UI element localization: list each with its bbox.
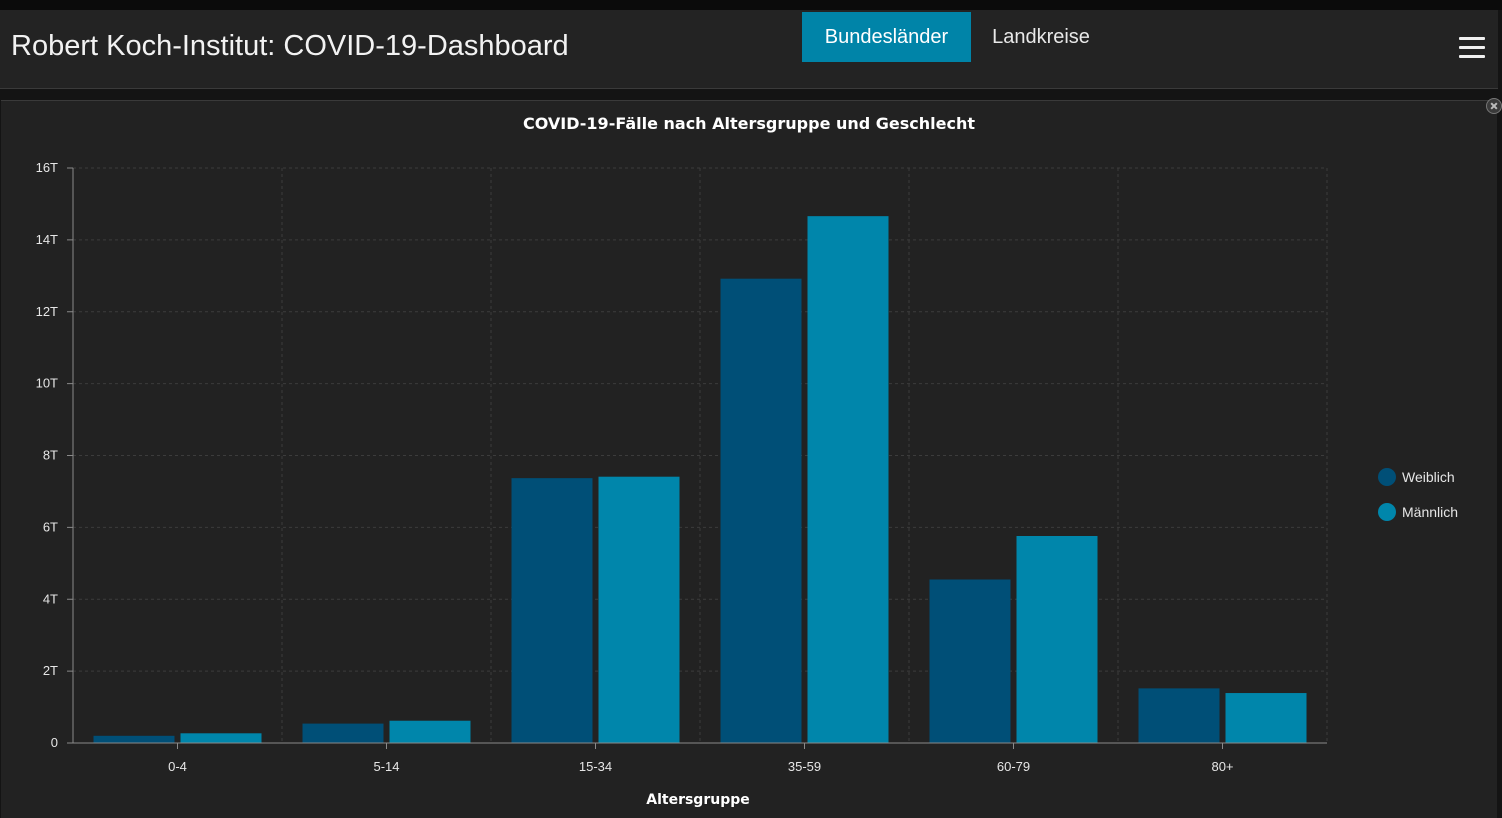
x-tick-label: 15-34 <box>579 759 612 774</box>
bar-maennlich-15-34[interactable] <box>598 476 680 743</box>
bar-weiblich-0-4[interactable] <box>93 735 175 743</box>
tab-landkreise[interactable]: Landkreise <box>976 12 1106 62</box>
bar-weiblich-60-79[interactable] <box>929 579 1011 743</box>
x-tick-label: 80+ <box>1211 759 1233 774</box>
hamburger-menu-icon[interactable] <box>1459 37 1485 59</box>
app-header: Robert Koch-Institut: COVID-19-Dashboard… <box>0 10 1498 89</box>
x-axis-title: Altersgruppe <box>646 792 750 808</box>
y-tick-label: 16T <box>36 160 58 175</box>
bar-maennlich-5-14[interactable] <box>389 720 471 743</box>
app-title: Robert Koch-Institut: COVID-19-Dashboard <box>11 30 569 62</box>
bar-maennlich-60-79[interactable] <box>1016 536 1098 743</box>
y-tick-label: 14T <box>36 232 58 247</box>
age-gender-bar-chart: COVID-19-Fälle nach Altersgruppe und Ges… <box>36 114 1458 808</box>
chart-title: COVID-19-Fälle nach Altersgruppe und Ges… <box>523 114 975 133</box>
y-tick-label: 8T <box>43 448 58 463</box>
x-tick-label: 35-59 <box>788 759 821 774</box>
bar-weiblich-35-59[interactable] <box>720 278 802 743</box>
x-tick-label: 0-4 <box>168 759 187 774</box>
legend-label-maennlich[interactable]: Männlich <box>1402 504 1458 520</box>
x-tick-label: 60-79 <box>997 759 1030 774</box>
chart-panel: COVID-19-Fälle nach Altersgruppe und Ges… <box>1 100 1497 818</box>
legend-label-weiblich[interactable]: Weiblich <box>1402 469 1455 485</box>
bar-weiblich-5-14[interactable] <box>302 723 384 743</box>
expand-icon[interactable] <box>1486 98 1502 114</box>
bar-maennlich-80+[interactable] <box>1225 693 1307 743</box>
legend-swatch-weiblich[interactable] <box>1378 468 1396 486</box>
y-tick-label: 10T <box>36 376 58 391</box>
bar-weiblich-15-34[interactable] <box>511 478 593 743</box>
window-top-strip <box>0 0 1502 10</box>
y-tick-label: 2T <box>43 663 58 678</box>
y-tick-label: 12T <box>36 304 58 319</box>
bar-maennlich-0-4[interactable] <box>180 733 262 743</box>
x-tick-label: 5-14 <box>373 759 399 774</box>
legend-swatch-maennlich[interactable] <box>1378 503 1396 521</box>
y-tick-label: 4T <box>43 591 58 606</box>
y-tick-label: 0 <box>51 735 58 750</box>
bar-maennlich-35-59[interactable] <box>807 216 889 743</box>
tab-bundeslaender[interactable]: Bundesländer <box>802 12 971 62</box>
bar-weiblich-80+[interactable] <box>1138 688 1220 743</box>
y-tick-label: 6T <box>43 519 58 534</box>
